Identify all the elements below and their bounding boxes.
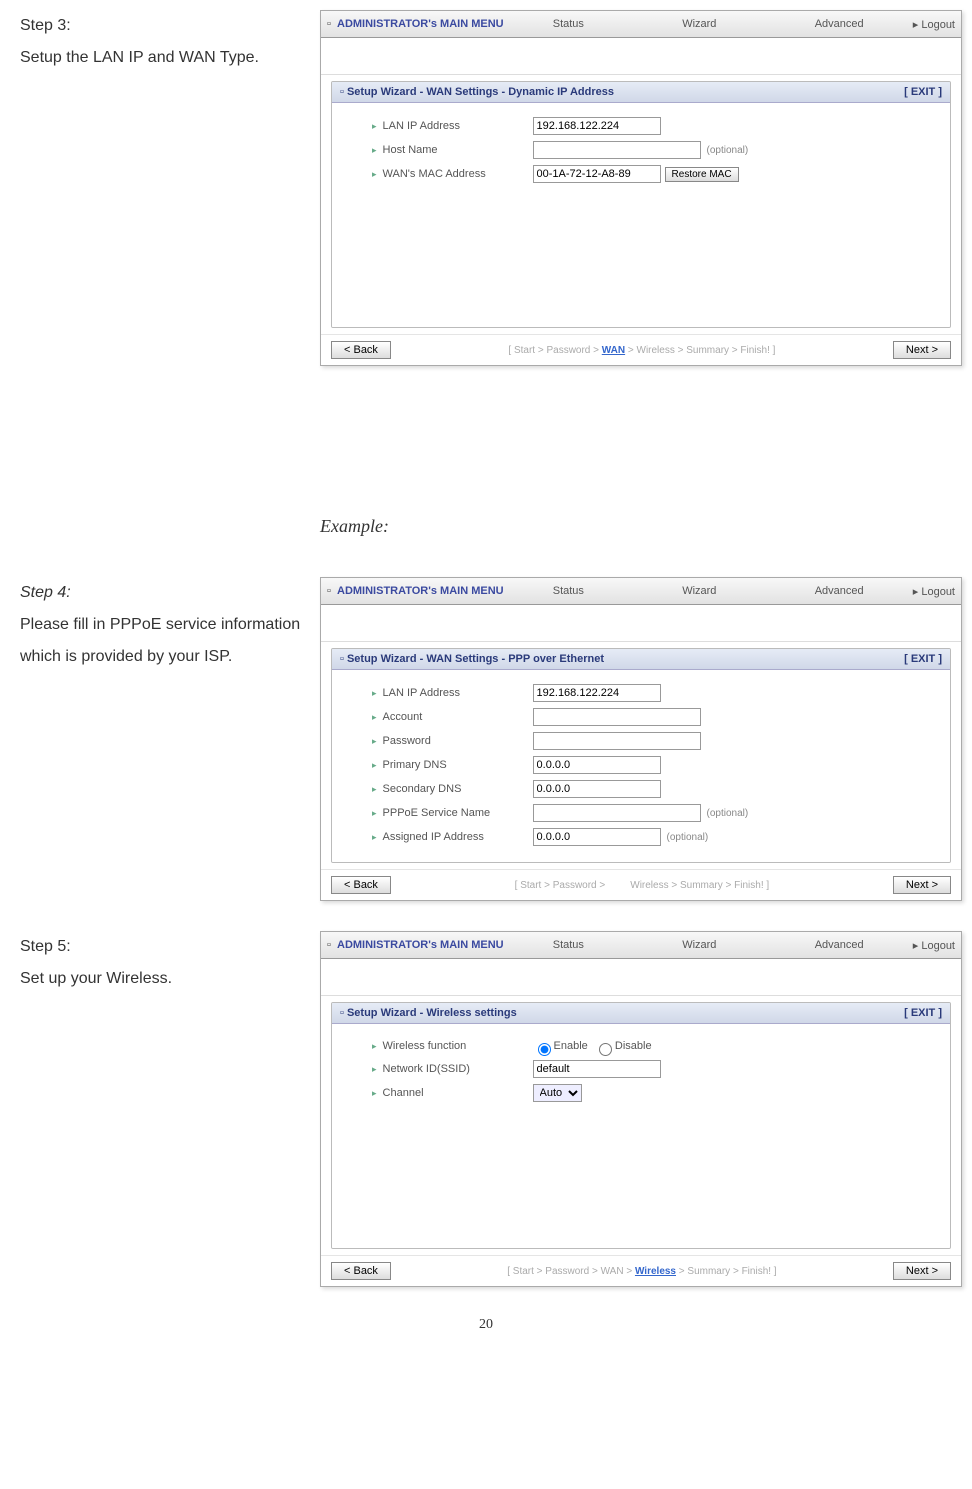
p2-password-label: Password [383,735,533,747]
next-button[interactable]: Next > [893,341,951,359]
hostname-label: Host Name [383,144,533,156]
panel3-exit[interactable]: [ EXIT ] [904,1007,942,1019]
p2-aip-input[interactable] [533,828,661,846]
p2-aip-label: Assigned IP Address [383,831,533,843]
step5-title: Step 5: [20,931,310,963]
lanip-input[interactable] [533,117,661,135]
step5-desc: Set up your Wireless. [20,963,310,995]
step4-desc: Please fill in PPPoE service information… [20,609,310,673]
step3-title: Step 3: [20,10,310,42]
breadcrumb: [ Start > Password > Wireless > Summary … [391,880,893,891]
mac-input[interactable] [533,165,661,183]
p2-aip-hint: (optional) [667,832,709,843]
p2-pdns-input[interactable] [533,756,661,774]
tab-wizard[interactable]: Wizard [674,585,724,597]
page-number: 20 [20,1317,952,1333]
wizard-window-step5: ▫ ADMINISTRATOR's MAIN MENU Status Wizar… [320,931,962,1287]
wifi-func-label: Wireless function [383,1040,533,1052]
wizard-window-step4: ▫ ADMINISTRATOR's MAIN MENU Status Wizar… [320,577,962,901]
tab-status[interactable]: Status [545,18,592,30]
p2-account-label: Account [383,711,533,723]
tab-advanced[interactable]: Advanced [807,18,872,30]
main-menu-label[interactable]: ADMINISTRATOR's MAIN MENU [337,939,504,951]
panel2-exit[interactable]: [ EXIT ] [904,653,942,665]
p2-sdns-label: Secondary DNS [383,783,533,795]
tab-wizard[interactable]: Wizard [674,18,724,30]
p2-svc-input[interactable] [533,804,701,822]
next-button[interactable]: Next > [893,876,951,894]
channel-label: Channel [383,1087,533,1099]
channel-select[interactable]: Auto [533,1084,582,1102]
p2-pdns-label: Primary DNS [383,759,533,771]
ssid-input[interactable] [533,1060,661,1078]
p2-svc-label: PPPoE Service Name [383,807,533,819]
hostname-hint: (optional) [707,145,749,156]
p2-lanip-label: LAN IP Address [383,687,533,699]
back-button[interactable]: < Back [331,341,391,359]
top-menu: ▫ ADMINISTRATOR's MAIN MENU Status Wizar… [321,11,961,38]
p2-lanip-input[interactable] [533,684,661,702]
step4-title: Step 4: [20,577,310,609]
logout-link[interactable]: ▸ Logout [913,939,955,952]
logout-link[interactable]: ▸ Logout [913,18,955,31]
next-button[interactable]: Next > [893,1262,951,1280]
tab-advanced[interactable]: Advanced [807,939,872,951]
p2-account-input[interactable] [533,708,701,726]
panel2-title: Setup Wizard - WAN Settings - PPP over E… [347,653,604,665]
tab-status[interactable]: Status [545,585,592,597]
step3-desc: Setup the LAN IP and WAN Type. [20,42,310,74]
restore-mac-button[interactable]: Restore MAC [665,167,739,182]
back-button[interactable]: < Back [331,1262,391,1280]
lanip-label: LAN IP Address [383,120,533,132]
tab-advanced[interactable]: Advanced [807,585,872,597]
tab-wizard[interactable]: Wizard [674,939,724,951]
example-label: Example: [320,516,962,537]
wifi-enable-radio[interactable] [538,1043,551,1056]
panel1-exit[interactable]: [ EXIT ] [904,86,942,98]
step3-text: Step 3: Setup the LAN IP and WAN Type. [20,10,320,74]
p2-svc-hint: (optional) [707,808,749,819]
breadcrumb: [ Start > Password > WAN > Wireless > Su… [391,1266,893,1277]
logout-link[interactable]: ▸ Logout [913,585,955,598]
hostname-input[interactable] [533,141,701,159]
ssid-label: Network ID(SSID) [383,1063,533,1075]
wifi-disable-label: Disable [615,1040,652,1052]
mac-label: WAN's MAC Address [383,168,533,180]
step5-text: Step 5: Set up your Wireless. [20,931,320,995]
step4-text: Step 4: Please fill in PPPoE service inf… [20,577,320,673]
menu-icon: ▫ [327,18,337,30]
main-menu-label[interactable]: ADMINISTRATOR's MAIN MENU [337,585,504,597]
tab-status[interactable]: Status [545,939,592,951]
wizard-window-step3: ▫ ADMINISTRATOR's MAIN MENU Status Wizar… [320,10,962,366]
p2-password-input[interactable] [533,732,701,750]
breadcrumb: [ Start > Password > WAN > Wireless > Su… [391,345,893,356]
wifi-enable-label: Enable [554,1040,588,1052]
panel1-title: Setup Wizard - WAN Settings - Dynamic IP… [347,86,614,98]
p2-sdns-input[interactable] [533,780,661,798]
main-menu-label[interactable]: ADMINISTRATOR's MAIN MENU [337,18,504,30]
back-button[interactable]: < Back [331,876,391,894]
wifi-disable-radio[interactable] [599,1043,612,1056]
panel3-title: Setup Wizard - Wireless settings [347,1007,517,1019]
